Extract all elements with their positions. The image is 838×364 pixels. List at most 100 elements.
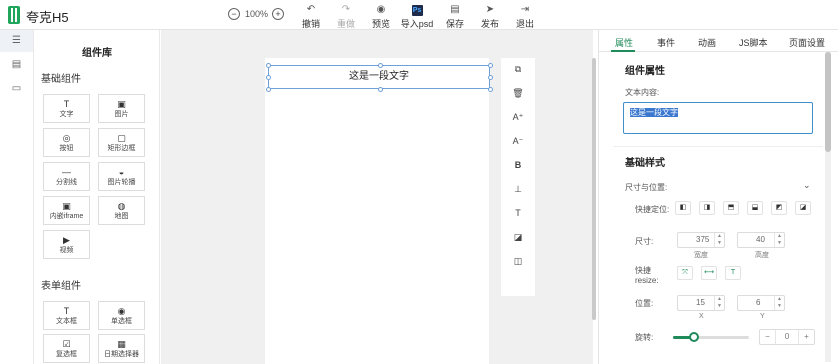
x-stepper-icon[interactable]: ▲ ▼: [714, 296, 724, 310]
resize-handle-bl[interactable]: [266, 87, 271, 92]
resize-full-icon[interactable]: ⤧: [677, 266, 693, 280]
properties-scrollbar[interactable]: [825, 52, 831, 362]
rotate-increment-button[interactable]: +: [798, 330, 814, 344]
tab-page-settings[interactable]: 页面设置: [789, 36, 825, 49]
component-iframe[interactable]: ▣ 内嵌iframe: [43, 196, 90, 225]
component-carousel[interactable]: ◒ 图片轮播: [98, 162, 145, 191]
image-icon: ▣: [117, 99, 126, 109]
y-caption: Y: [760, 313, 765, 320]
resize-handle-b[interactable]: [378, 87, 383, 92]
divider-icon: —: [62, 167, 71, 177]
bring-forward-icon[interactable]: ◪: [501, 230, 535, 244]
undo-button[interactable]: ↶ 撤销: [294, 3, 328, 30]
left-icon-rail: ☰ ▤ ▭: [0, 30, 34, 364]
send-backward-icon[interactable]: ◫: [501, 254, 535, 268]
y-stepper-icon[interactable]: ▲ ▼: [774, 296, 784, 310]
component-map[interactable]: ◍ 地图: [98, 196, 145, 225]
redo-button[interactable]: ↷ 重做: [329, 3, 363, 30]
properties-panel: 属性 事件 动画 JS脚本 页面设置 组件属性 文本内容: 这是一段文字 基础样…: [598, 30, 838, 364]
pages-icon[interactable]: ▤: [0, 54, 33, 76]
quick-locate-label: 快捷定位:: [635, 205, 670, 214]
component-video[interactable]: ▶ 视频: [43, 230, 90, 259]
basic-components-title: 基础组件: [41, 74, 81, 85]
width-caption: 宽度: [694, 252, 708, 259]
component-checkbox[interactable]: ☑ 复选框: [43, 334, 90, 363]
component-date-picker[interactable]: ▦ 日期选择器: [98, 334, 145, 363]
resize-width-icon[interactable]: ⟷: [701, 266, 717, 280]
photoshop-icon: Ps: [411, 5, 423, 16]
align-left-top-icon[interactable]: ◧: [675, 201, 691, 215]
resize-handle-l[interactable]: [266, 75, 271, 80]
align-bottom-icon[interactable]: ⬓: [747, 201, 763, 215]
tab-animation[interactable]: 动画: [698, 36, 716, 49]
resize-handle-tr[interactable]: [488, 63, 493, 68]
undo-icon: ↶: [306, 4, 316, 15]
page-canvas[interactable]: 这是一段文字: [265, 58, 493, 364]
exit-icon: ⇥: [520, 4, 530, 15]
properties-scroll-thumb[interactable]: [825, 52, 831, 152]
width-input[interactable]: 375 ▲ ▼: [677, 232, 725, 248]
tab-js-script[interactable]: JS脚本: [739, 36, 768, 49]
resize-text-icon[interactable]: T: [725, 266, 741, 280]
canvas-scrollbar[interactable]: [592, 58, 596, 320]
chevron-down-icon[interactable]: ⌄: [803, 180, 811, 191]
component-props-title: 组件属性: [625, 66, 665, 77]
rotate-slider[interactable]: [673, 332, 749, 342]
component-radio[interactable]: ◉ 单选框: [98, 301, 145, 330]
x-input[interactable]: 15 ▲ ▼: [677, 295, 725, 311]
components-icon[interactable]: ☰: [0, 30, 33, 52]
text-content-input[interactable]: 这是一段文字: [623, 102, 813, 134]
component-rect-border[interactable]: ▢ 矩形边框: [98, 128, 145, 157]
layers-icon[interactable]: ▭: [0, 78, 33, 100]
zoom-out-button[interactable]: −: [228, 8, 240, 20]
align-center-icon[interactable]: ◩: [771, 201, 787, 215]
component-button[interactable]: ◎ 按钮: [43, 128, 90, 157]
component-text[interactable]: T 文字: [43, 94, 90, 123]
import-psd-button[interactable]: Ps 导入psd: [400, 3, 434, 30]
position-label: 位置:: [635, 299, 654, 308]
font-increase-icon[interactable]: A⁺: [501, 110, 535, 124]
component-textbox[interactable]: T 文本框: [43, 301, 90, 330]
editor-canvas: 这是一段文字 ⧉ 🗑 A⁺ A⁻ B ⊥ T ◪ ◫: [161, 30, 596, 364]
resize-handle-r[interactable]: [488, 75, 493, 80]
bold-icon[interactable]: B: [501, 158, 535, 172]
align-middle-icon[interactable]: ◪: [795, 201, 811, 215]
width-stepper-icon[interactable]: ▲ ▼: [714, 233, 724, 247]
height-stepper-icon[interactable]: ▲ ▼: [774, 233, 784, 247]
tab-events[interactable]: 事件: [657, 36, 675, 49]
checkbox-icon: ☑: [62, 339, 71, 349]
tab-attributes[interactable]: 属性: [615, 36, 633, 49]
copy-icon[interactable]: ⧉: [501, 62, 535, 76]
align-right-top-icon[interactable]: ◨: [699, 201, 715, 215]
component-image[interactable]: ▣ 图片: [98, 94, 145, 123]
font-decrease-icon[interactable]: A⁻: [501, 134, 535, 148]
component-divider[interactable]: — 分割线: [43, 162, 90, 191]
align-bottom-icon[interactable]: ⊥: [501, 182, 535, 196]
rotate-value: 0: [784, 332, 790, 341]
publish-button[interactable]: ➤ 发布: [473, 3, 507, 30]
active-tab-indicator: [611, 50, 635, 52]
basic-style-title: 基础样式: [625, 158, 665, 169]
selected-text-element[interactable]: 这是一段文字: [268, 65, 490, 89]
height-input[interactable]: 40 ▲ ▼: [737, 232, 785, 248]
resize-handle-tl[interactable]: [266, 63, 271, 68]
rotate-slider-knob[interactable]: [688, 332, 699, 342]
size-label: 尺寸:: [635, 237, 654, 246]
exit-button[interactable]: ⇥ 退出: [508, 3, 542, 30]
send-icon: ➤: [485, 4, 495, 15]
rotate-label: 旋转:: [635, 333, 654, 342]
preview-button[interactable]: ◉ 预览: [364, 3, 398, 30]
rotate-decrement-button[interactable]: −: [760, 330, 776, 344]
delete-icon[interactable]: 🗑: [501, 86, 535, 100]
section-divider: [613, 146, 823, 147]
logo-icon: [8, 6, 20, 24]
resize-handle-t[interactable]: [378, 63, 383, 68]
save-button[interactable]: ▤ 保存: [438, 3, 472, 30]
align-top-icon[interactable]: ⬒: [723, 201, 739, 215]
text-style-icon[interactable]: T: [501, 206, 535, 220]
y-input[interactable]: 6 ▲ ▼: [737, 295, 785, 311]
rotate-stepper[interactable]: − 0 +: [759, 329, 815, 345]
resize-handle-br[interactable]: [488, 87, 493, 92]
zoom-in-button[interactable]: +: [272, 8, 284, 20]
top-header: 夸克H5 − 100% + ↶ 撤销 ↷ 重做 ◉ 预览 Ps 导入psd ▤ …: [0, 0, 838, 30]
